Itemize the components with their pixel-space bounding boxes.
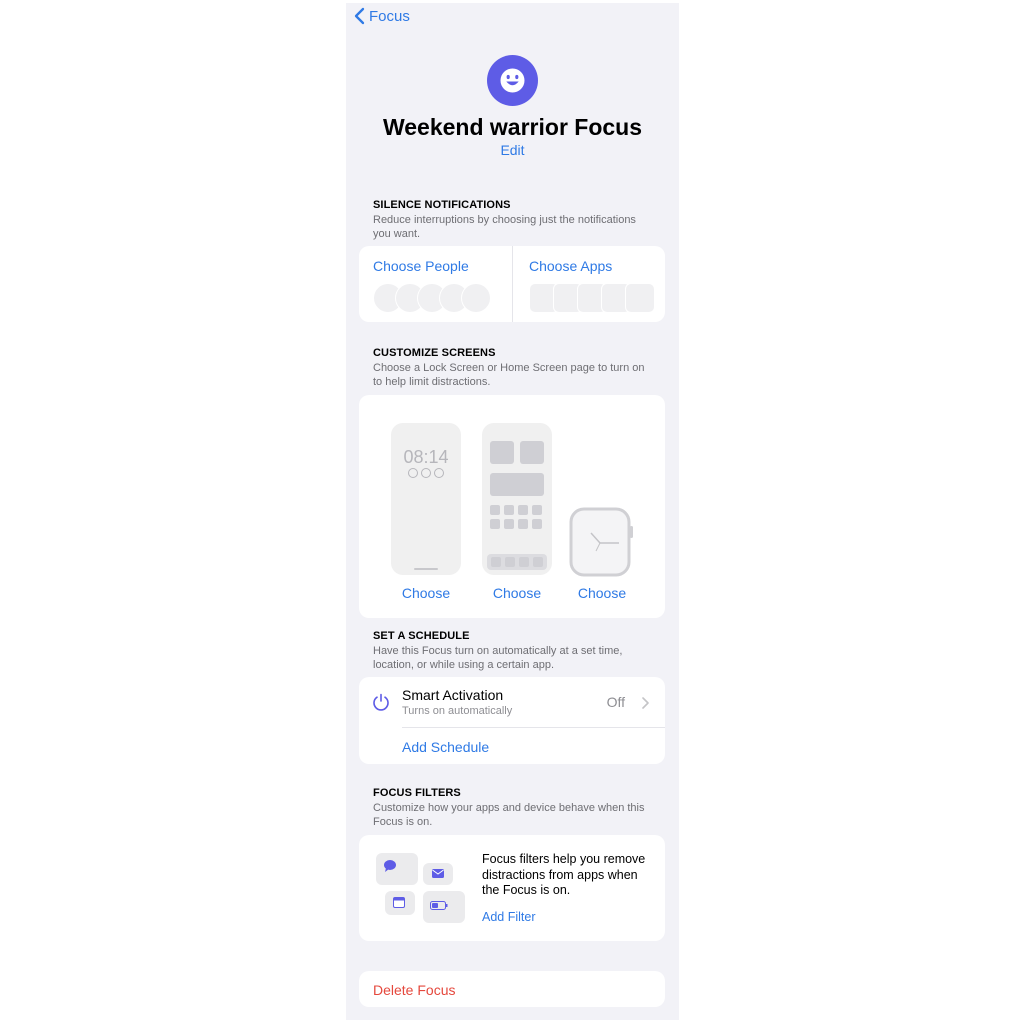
chevron-right-icon bbox=[642, 696, 649, 714]
screens-heading: CUSTOMIZE SCREENS bbox=[373, 347, 496, 359]
page-title: Weekend warrior Focus bbox=[382, 114, 643, 140]
battery-icon bbox=[430, 901, 448, 910]
smart-activation-title: Smart Activation bbox=[402, 687, 504, 703]
watch-icon bbox=[569, 507, 633, 577]
add-schedule-button[interactable]: Add Schedule bbox=[402, 739, 489, 755]
home-indicator bbox=[414, 568, 438, 570]
choose-apps-button[interactable]: Choose Apps bbox=[513, 246, 665, 322]
choose-lock-screen-button[interactable]: Choose bbox=[391, 585, 461, 601]
choose-people-button[interactable]: Choose People bbox=[359, 246, 512, 322]
app-placeholder bbox=[625, 283, 655, 313]
schedule-heading: SET A SCHEDULE bbox=[373, 630, 470, 642]
delete-focus-label: Delete Focus bbox=[373, 982, 456, 998]
filter-tile bbox=[423, 891, 465, 923]
add-filter-button[interactable]: Add Filter bbox=[482, 910, 536, 924]
filters-heading: FOCUS FILTERS bbox=[373, 787, 461, 799]
schedule-card: Smart Activation Turns on automatically … bbox=[359, 677, 665, 764]
back-label: Focus bbox=[369, 7, 410, 25]
lock-screen-time: 08:14 bbox=[403, 447, 449, 467]
filter-tile bbox=[423, 863, 453, 885]
lock-screen-widgets bbox=[408, 468, 444, 478]
filter-tile bbox=[376, 853, 418, 885]
delete-focus-button[interactable]: Delete Focus bbox=[359, 971, 665, 1007]
schedule-description: Have this Focus turn on automatically at… bbox=[373, 645, 623, 671]
smiley-icon bbox=[500, 68, 525, 93]
screens-card: 08:14 Choose Choose Choose bbox=[359, 395, 665, 618]
choose-watch-face-button[interactable]: Choose bbox=[567, 585, 637, 601]
filter-tile bbox=[385, 891, 415, 915]
filters-body: Focus filters help you remove distractio… bbox=[482, 852, 646, 897]
settings-screen: Focus Weekend warrior Focus Edit SILENCE… bbox=[346, 3, 679, 1020]
mail-icon bbox=[432, 869, 444, 878]
smart-activation-subtitle: Turns on automatically bbox=[402, 705, 513, 717]
filters-description: Customize how your apps and device behav… bbox=[373, 802, 645, 828]
lock-screen-preview[interactable]: 08:14 bbox=[391, 423, 461, 575]
power-icon bbox=[372, 693, 390, 716]
app-placeholders bbox=[529, 283, 655, 313]
choose-people-label: Choose People bbox=[373, 258, 469, 274]
focus-avatar[interactable] bbox=[487, 55, 538, 106]
watch-face-preview[interactable] bbox=[569, 507, 635, 579]
back-button[interactable]: Focus bbox=[354, 7, 410, 25]
divider bbox=[402, 727, 665, 728]
dock bbox=[487, 554, 547, 570]
message-bubble-icon bbox=[384, 860, 396, 872]
person-placeholder bbox=[461, 283, 491, 313]
calendar-icon bbox=[393, 897, 405, 908]
silence-card: Choose People Choose Apps bbox=[359, 246, 665, 322]
app-grid bbox=[490, 505, 544, 529]
choose-apps-label: Choose Apps bbox=[529, 258, 613, 274]
home-screen-preview[interactable] bbox=[482, 423, 552, 575]
filters-card: Focus filters help you remove distractio… bbox=[359, 835, 665, 941]
smart-activation-value: Off bbox=[606, 694, 625, 710]
edit-button[interactable]: Edit bbox=[346, 142, 679, 158]
silence-heading: SILENCE NOTIFICATIONS bbox=[373, 199, 511, 211]
silence-description: Reduce interruptions by choosing just th… bbox=[373, 214, 636, 240]
smart-activation-row[interactable]: Smart Activation Turns on automatically … bbox=[359, 677, 665, 727]
people-placeholders bbox=[373, 283, 491, 313]
screens-description: Choose a Lock Screen or Home Screen page… bbox=[373, 362, 645, 388]
chevron-left-icon bbox=[354, 7, 365, 25]
choose-home-screen-button[interactable]: Choose bbox=[482, 585, 552, 601]
